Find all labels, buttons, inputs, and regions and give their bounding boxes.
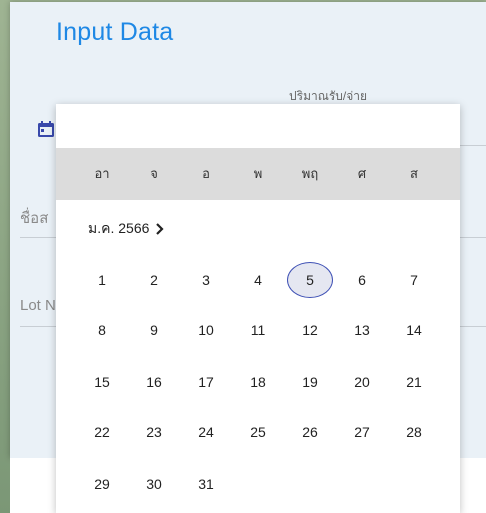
day-cell[interactable]: 27 — [339, 414, 385, 450]
day-cell[interactable]: 11 — [235, 312, 281, 348]
weekday-header: อา จ อ พ พฤ ศ ส — [56, 148, 460, 200]
day-cell[interactable]: 29 — [79, 466, 125, 502]
day-cell[interactable]: 3 — [183, 262, 229, 298]
lot-field-label: Lot N — [20, 297, 56, 314]
day-cell[interactable]: 12 — [287, 312, 333, 348]
day-cell[interactable]: 2 — [131, 262, 177, 298]
month-nav[interactable]: ม.ค. 2566 — [88, 218, 165, 240]
day-cell[interactable]: 9 — [131, 312, 177, 348]
day-cell[interactable]: 14 — [391, 312, 437, 348]
day-cell[interactable]: 28 — [391, 414, 437, 450]
weekday-label: พ — [253, 166, 263, 181]
day-cell[interactable]: 21 — [391, 364, 437, 400]
weekday-label: อา — [94, 166, 110, 181]
day-cell[interactable]: 20 — [339, 364, 385, 400]
day-cell[interactable]: 31 — [183, 466, 229, 502]
page-title: Input Data — [56, 18, 174, 46]
day-cell[interactable]: 16 — [131, 364, 177, 400]
day-cell[interactable]: 5 — [287, 262, 333, 298]
calendar-icon[interactable] — [37, 120, 55, 138]
day-cell[interactable]: 24 — [183, 414, 229, 450]
day-cell[interactable]: 7 — [391, 262, 437, 298]
day-cell[interactable]: 23 — [131, 414, 177, 450]
day-cell[interactable]: 15 — [79, 364, 125, 400]
day-cell[interactable]: 1 — [79, 262, 125, 298]
day-cell[interactable]: 8 — [79, 312, 125, 348]
weekday-label: อ — [202, 166, 210, 181]
month-label: ม.ค. 2566 — [88, 220, 150, 236]
day-cell[interactable]: 13 — [339, 312, 385, 348]
name-field-underline — [20, 237, 56, 238]
day-cell[interactable]: 6 — [339, 262, 385, 298]
weekday-label: พฤ — [301, 166, 319, 181]
lot-field-underline-right — [460, 326, 486, 327]
weekday-label: จ — [150, 166, 158, 181]
name-field-underline-right — [460, 237, 486, 238]
day-cell[interactable]: 26 — [287, 414, 333, 450]
name-field-label: ชื่อส — [20, 210, 49, 227]
day-cell[interactable]: 10 — [183, 312, 229, 348]
datepicker-popup: อา จ อ พ พฤ ศ ส ม.ค. 2566 1 2 3 4 5 6 7 8 9 10 11 1… — [56, 104, 460, 513]
lot-field-underline — [20, 326, 56, 327]
day-cell[interactable]: 4 — [235, 262, 281, 298]
day-cell[interactable]: 19 — [287, 364, 333, 400]
weekday-label: ส — [410, 166, 418, 181]
day-cell[interactable]: 30 — [131, 466, 177, 502]
day-cell[interactable]: 25 — [235, 414, 281, 450]
chevron-right-icon[interactable] — [155, 223, 165, 235]
day-cell[interactable]: 22 — [79, 414, 125, 450]
weekday-label: ศ — [357, 166, 367, 181]
day-cell[interactable]: 18 — [235, 364, 281, 400]
quantity-field-underline — [460, 145, 486, 146]
day-cell[interactable]: 17 — [183, 364, 229, 400]
